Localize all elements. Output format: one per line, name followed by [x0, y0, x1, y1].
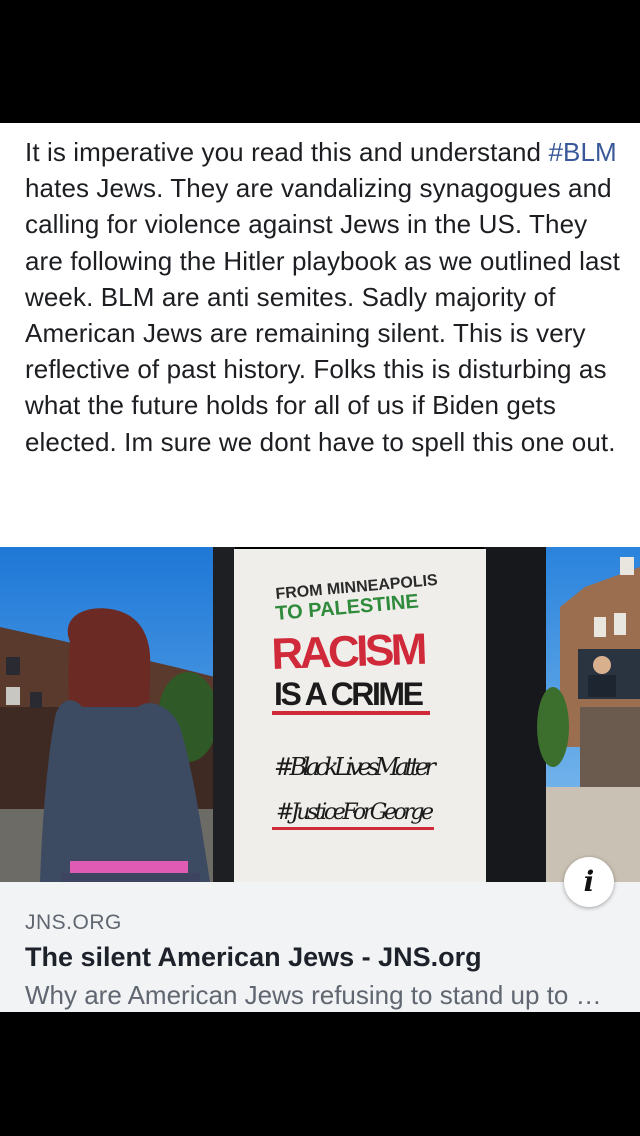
post-text-part1: It is imperative you read this and under… — [25, 137, 549, 167]
window-l2 — [6, 687, 20, 705]
woman-jeans — [62, 873, 200, 882]
window-r2 — [614, 613, 626, 635]
post-text-part2: hates Jews. They are vandalizing synagog… — [25, 173, 620, 457]
poster-underline-red — [272, 711, 430, 715]
tree-right — [537, 687, 569, 767]
hashtag-link[interactable]: #BLM — [548, 137, 616, 167]
poster-underline-bottom — [272, 827, 434, 830]
link-preview-image[interactable]: FROM MINNEAPOLIS TO PALESTINE RACISM IS … — [0, 547, 640, 882]
billboard-suit — [588, 675, 616, 697]
poster-line3: RACISM — [271, 625, 429, 679]
woman-belt — [70, 861, 188, 873]
shelter-post-right — [484, 547, 546, 882]
info-button[interactable]: i — [564, 857, 614, 907]
link-preview-meta[interactable]: JNS.ORG The silent American Jews - JNS.o… — [0, 882, 640, 1012]
window-r3 — [620, 557, 634, 575]
bottom-black-bar — [0, 1012, 640, 1136]
screen: It is imperative you read this and under… — [0, 0, 640, 1136]
link-title: The silent American Jews - JNS.org — [25, 942, 482, 972]
link-domain: JNS.ORG — [25, 911, 122, 934]
window-l1 — [6, 657, 20, 675]
poster-line6: #JusticeForGeorge — [276, 800, 434, 825]
link-description: Why are American Jews refusing to stand … — [25, 980, 615, 1010]
post-body: It is imperative you read this and under… — [0, 123, 640, 547]
info-icon: i — [583, 865, 595, 898]
window-l3 — [30, 692, 42, 708]
billboard-face — [593, 656, 611, 674]
shelter-post-left — [213, 547, 235, 882]
building-right-low — [580, 707, 640, 797]
top-black-bar — [0, 0, 640, 123]
window-r1 — [594, 617, 606, 637]
poster-line4: IS A CRIME — [274, 676, 424, 712]
poster-line5: #BlackLivesMatter — [274, 753, 438, 781]
post-text: It is imperative you read this and under… — [25, 134, 625, 460]
